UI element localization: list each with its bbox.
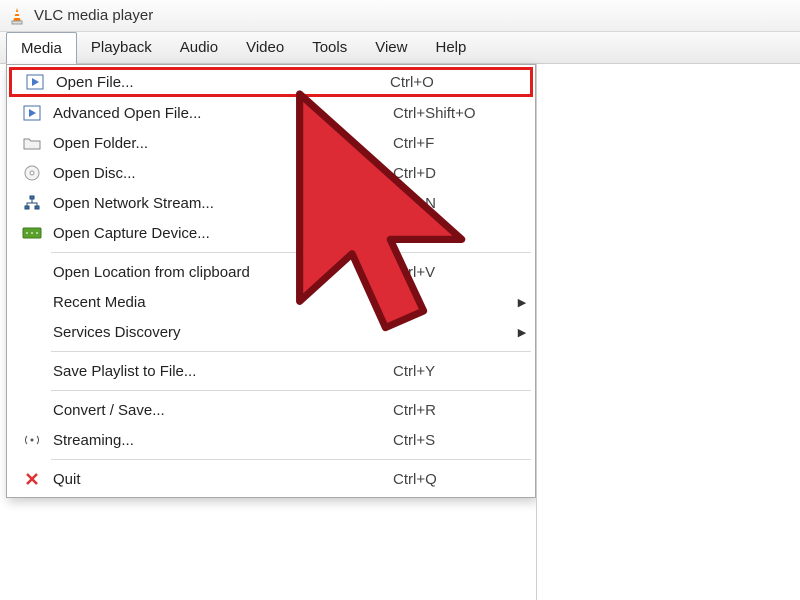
menuitem-recent-media[interactable]: Recent Media ▶ xyxy=(9,287,533,317)
menubar-label: Playback xyxy=(91,39,152,56)
menuitem-label: Open Location from clipboard xyxy=(53,264,393,281)
menuitem-open-capture-device[interactable]: Open Capture Device... Ctrl+C xyxy=(9,218,533,248)
menuitem-label: Open Network Stream... xyxy=(53,195,393,212)
menuitem-label: Open Folder... xyxy=(53,135,393,152)
menuitem-shortcut: Ctrl+D xyxy=(393,165,513,182)
menubar-item-media[interactable]: Media xyxy=(6,32,77,64)
submenu-arrow-icon: ▶ xyxy=(513,296,531,309)
menuitem-label: Streaming... xyxy=(53,432,393,449)
stream-icon xyxy=(11,433,53,447)
menuitem-shortcut: Ctrl+S xyxy=(393,432,513,449)
menuitem-shortcut: Ctrl+C xyxy=(393,225,513,242)
capture-icon xyxy=(11,226,53,240)
menuitem-shortcut: Ctrl+Q xyxy=(393,471,513,488)
menuitem-label: Open File... xyxy=(56,74,390,91)
menuitem-label: Advanced Open File... xyxy=(53,105,393,122)
menubar-label: Help xyxy=(435,39,466,56)
menuitem-label: Open Capture Device... xyxy=(53,225,393,242)
folder-icon xyxy=(11,136,53,150)
menubar: Media Playback Audio Video Tools View He… xyxy=(0,32,800,64)
menubar-item-video[interactable]: Video xyxy=(232,32,298,63)
play-file-icon xyxy=(14,74,56,90)
menuitem-shortcut: Ctrl+O xyxy=(390,74,510,91)
network-icon xyxy=(11,195,53,211)
menu-separator xyxy=(51,351,531,352)
menuitem-shortcut: Ctrl+F xyxy=(393,135,513,152)
content-area xyxy=(536,64,800,600)
menu-separator xyxy=(51,459,531,460)
menuitem-advanced-open-file[interactable]: Advanced Open File... Ctrl+Shift+O xyxy=(9,98,533,128)
menuitem-save-playlist[interactable]: Save Playlist to File... Ctrl+Y xyxy=(9,356,533,386)
menuitem-services-discovery[interactable]: Services Discovery ▶ xyxy=(9,317,533,347)
menuitem-shortcut: Ctrl+Shift+O xyxy=(393,105,513,122)
submenu-arrow-icon: ▶ xyxy=(513,326,531,339)
menuitem-quit[interactable]: Quit Ctrl+Q xyxy=(9,464,533,494)
menubar-label: Tools xyxy=(312,39,347,56)
menuitem-open-network-stream[interactable]: Open Network Stream... Ctrl+N xyxy=(9,188,533,218)
menuitem-open-folder[interactable]: Open Folder... Ctrl+F xyxy=(9,128,533,158)
disc-icon xyxy=(11,164,53,182)
play-file-icon xyxy=(11,105,53,121)
menu-separator xyxy=(51,252,531,253)
window-title: VLC media player xyxy=(34,7,153,24)
menuitem-label: Quit xyxy=(53,471,393,488)
menuitem-shortcut: Ctrl+V xyxy=(393,264,513,281)
menubar-item-playback[interactable]: Playback xyxy=(77,32,166,63)
menuitem-shortcut: Ctrl+R xyxy=(393,402,513,419)
menuitem-open-disc[interactable]: Open Disc... Ctrl+D xyxy=(9,158,533,188)
menuitem-convert-save[interactable]: Convert / Save... Ctrl+R xyxy=(9,395,533,425)
menubar-label: Audio xyxy=(180,39,218,56)
vlc-cone-icon xyxy=(8,7,26,25)
menuitem-shortcut: Ctrl+N xyxy=(393,195,513,212)
titlebar: VLC media player xyxy=(0,0,800,32)
menuitem-open-file[interactable]: Open File... Ctrl+O xyxy=(9,67,533,97)
menuitem-label: Convert / Save... xyxy=(53,402,393,419)
menuitem-streaming[interactable]: Streaming... Ctrl+S xyxy=(9,425,533,455)
menuitem-open-location-clipboard[interactable]: Open Location from clipboard Ctrl+V xyxy=(9,257,533,287)
quit-icon xyxy=(11,472,53,486)
menuitem-label: Open Disc... xyxy=(53,165,393,182)
menubar-item-help[interactable]: Help xyxy=(421,32,480,63)
media-dropdown: Open File... Ctrl+O Advanced Open File..… xyxy=(6,64,536,498)
menuitem-label: Recent Media xyxy=(53,294,393,311)
menubar-item-view[interactable]: View xyxy=(361,32,421,63)
menubar-label: Video xyxy=(246,39,284,56)
menubar-label: Media xyxy=(21,40,62,57)
menubar-item-audio[interactable]: Audio xyxy=(166,32,232,63)
menuitem-shortcut: Ctrl+Y xyxy=(393,363,513,380)
menu-separator xyxy=(51,390,531,391)
menuitem-label: Save Playlist to File... xyxy=(53,363,393,380)
menuitem-label: Services Discovery xyxy=(53,324,393,341)
menubar-item-tools[interactable]: Tools xyxy=(298,32,361,63)
menubar-label: View xyxy=(375,39,407,56)
